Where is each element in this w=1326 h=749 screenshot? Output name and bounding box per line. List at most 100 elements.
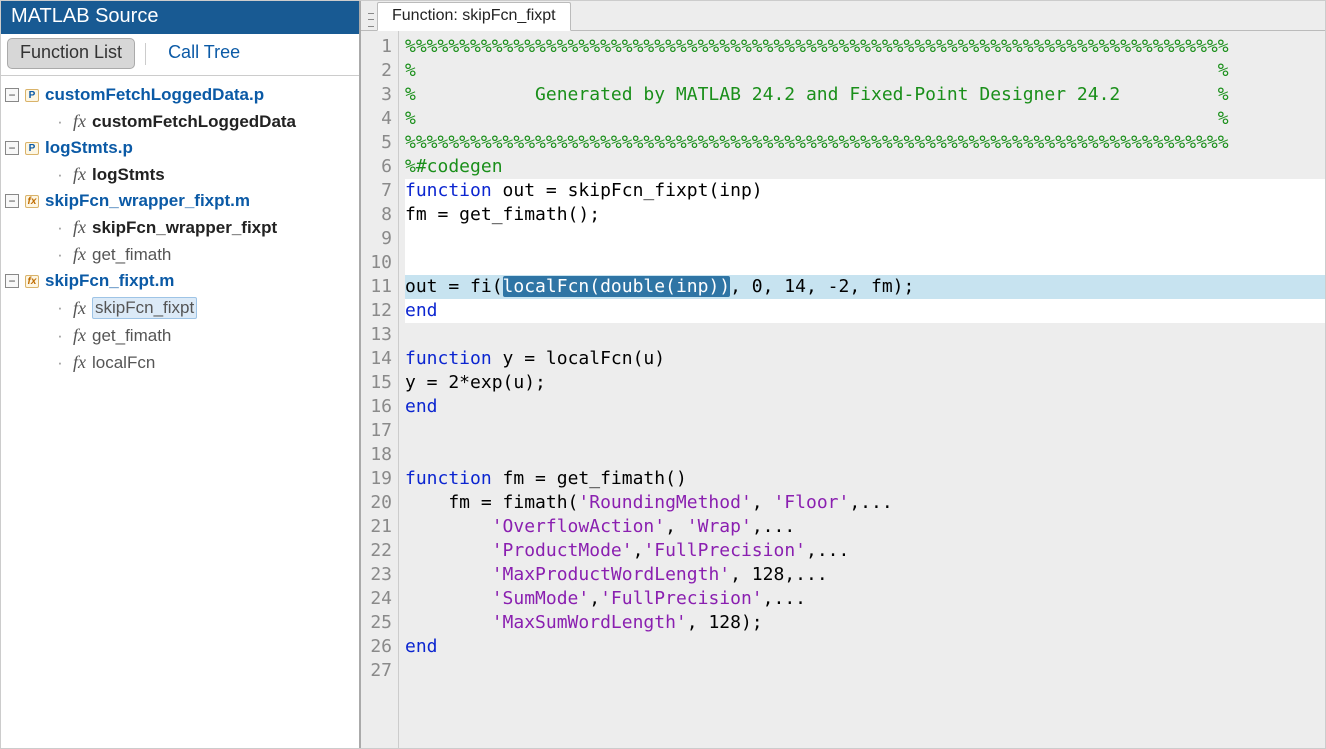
code-line[interactable]: 'OverflowAction', 'Wrap',... (405, 515, 1325, 539)
tree-fn-label[interactable]: skipFcn_wrapper_fixpt (92, 218, 277, 238)
app-root: MATLAB Source Function List Call Tree −c… (0, 0, 1326, 749)
code-token: %%%%%%%%%%%%%%%%%%%%%%%%%%%%%%%%%%%%%%%%… (405, 36, 1229, 57)
fx-icon: fx (73, 325, 86, 346)
tree-file-label[interactable]: logStmts.p (45, 138, 133, 158)
tree-file-label[interactable]: customFetchLoggedData.p (45, 85, 264, 105)
code-token: , 128,... (730, 564, 828, 585)
line-number: 13 (361, 323, 392, 347)
code-line[interactable]: function out = skipFcn_fixpt(inp) (405, 179, 1325, 203)
tree-fn-row[interactable]: ·fxget_fimath (3, 322, 357, 349)
tree-fn-row[interactable]: ·fxlocalFcn (3, 349, 357, 376)
sidebar: MATLAB Source Function List Call Tree −c… (1, 1, 361, 748)
tree-collapse-toggle[interactable]: − (5, 141, 19, 155)
code-line[interactable]: end (405, 395, 1325, 419)
tree-fn-row[interactable]: ·fxskipFcn_fixpt (3, 294, 357, 322)
editor-tab[interactable]: Function: skipFcn_fixpt (377, 2, 571, 31)
tree-file-row[interactable]: − logStmts.p (3, 135, 357, 161)
line-number: 14 (361, 347, 392, 371)
tree-file-row[interactable]: − skipFcn_wrapper_fixpt.m (3, 188, 357, 214)
file-p-icon (23, 139, 41, 157)
file-fx-icon (23, 192, 41, 210)
code-token: , 128); (687, 612, 763, 633)
code-line[interactable]: % % (405, 59, 1325, 83)
line-number: 19 (361, 467, 392, 491)
code-line[interactable]: 'MaxProductWordLength', 128,... (405, 563, 1325, 587)
code-line[interactable]: end (405, 299, 1325, 323)
code-token: end (405, 300, 438, 321)
tree-fn-label[interactable]: get_fimath (92, 245, 171, 265)
line-number: 2 (361, 59, 392, 83)
tree-fn-label[interactable]: customFetchLoggedData (92, 112, 296, 132)
code-token: 'Floor' (773, 492, 849, 513)
tree-collapse-toggle[interactable]: − (5, 194, 19, 208)
code-line[interactable]: function fm = get_fimath() (405, 467, 1325, 491)
code-line[interactable]: fm = get_fimath(); (405, 203, 1325, 227)
code-token: fm = get_fimath() (503, 468, 687, 489)
code-line[interactable]: %%%%%%%%%%%%%%%%%%%%%%%%%%%%%%%%%%%%%%%%… (405, 131, 1325, 155)
tree-branch-dot: · (51, 218, 69, 238)
code-line[interactable]: end (405, 635, 1325, 659)
code-line[interactable]: % Generated by MATLAB 24.2 and Fixed-Poi… (405, 83, 1325, 107)
tree-file-label[interactable]: skipFcn_fixpt.m (45, 271, 174, 291)
code-token: ,... (806, 540, 849, 561)
fx-icon: fx (73, 217, 86, 238)
tree-fn-label[interactable]: get_fimath (92, 326, 171, 346)
code-token: % % (405, 60, 1229, 81)
code-token: , (752, 492, 774, 513)
code-token: , (589, 588, 600, 609)
line-number: 25 (361, 611, 392, 635)
code-body[interactable]: %%%%%%%%%%%%%%%%%%%%%%%%%%%%%%%%%%%%%%%%… (399, 31, 1325, 748)
tree-fn-row[interactable]: ·fxlogStmts (3, 161, 357, 188)
code-token: , 0, 14, -2, fm); (730, 276, 914, 297)
code-line[interactable] (405, 323, 1325, 347)
code-line[interactable] (405, 659, 1325, 683)
line-number: 5 (361, 131, 392, 155)
tree-fn-label[interactable]: skipFcn_fixpt (92, 297, 197, 319)
line-number: 6 (361, 155, 392, 179)
code-token (405, 516, 492, 537)
code-line[interactable]: 'SumMode','FullPrecision',... (405, 587, 1325, 611)
tree-fn-label[interactable]: logStmts (92, 165, 165, 185)
fx-icon: fx (73, 352, 86, 373)
editor-tab-bar: Function: skipFcn_fixpt (361, 1, 1325, 31)
code-line[interactable]: out = fi(localFcn(double(inp)), 0, 14, -… (405, 275, 1325, 299)
tree-file-label[interactable]: skipFcn_wrapper_fixpt.m (45, 191, 250, 211)
code-line[interactable]: 'ProductMode','FullPrecision',... (405, 539, 1325, 563)
code-line[interactable] (405, 251, 1325, 275)
sidebar-tab-row: Function List Call Tree (1, 34, 359, 76)
code-line[interactable]: y = 2*exp(u); (405, 371, 1325, 395)
tree-branch-dot: · (51, 245, 69, 265)
code-line[interactable]: 'MaxSumWordLength', 128); (405, 611, 1325, 635)
code-token: 'MaxSumWordLength' (492, 612, 687, 633)
tab-function-list[interactable]: Function List (7, 38, 135, 69)
code-line[interactable]: %#codegen (405, 155, 1325, 179)
tree-fn-row[interactable]: ·fx skipFcn_wrapper_fixpt (3, 214, 357, 241)
tree-branch-dot: · (51, 112, 69, 132)
tree-file-row[interactable]: − customFetchLoggedData.p (3, 82, 357, 108)
line-number: 23 (361, 563, 392, 587)
tab-call-tree[interactable]: Call Tree (156, 39, 252, 68)
code-line[interactable]: % % (405, 107, 1325, 131)
code-token: %%%%%%%%%%%%%%%%%%%%%%%%%%%%%%%%%%%%%%%%… (405, 132, 1229, 153)
editor-area[interactable]: 1234567891011121314151617181920212223242… (361, 31, 1325, 748)
tree-fn-label[interactable]: localFcn (92, 353, 155, 373)
line-number: 16 (361, 395, 392, 419)
tree-collapse-toggle[interactable]: − (5, 88, 19, 102)
line-gutter: 1234567891011121314151617181920212223242… (361, 31, 399, 748)
code-token: y = 2*exp(u); (405, 372, 546, 393)
line-number: 3 (361, 83, 392, 107)
tree-collapse-toggle[interactable]: − (5, 274, 19, 288)
code-line[interactable]: function y = localFcn(u) (405, 347, 1325, 371)
code-token (405, 564, 492, 585)
code-line[interactable]: fm = fimath('RoundingMethod', 'Floor',..… (405, 491, 1325, 515)
code-line[interactable] (405, 419, 1325, 443)
code-line[interactable] (405, 227, 1325, 251)
code-token: 'FullPrecision' (600, 588, 763, 609)
tree-file-row[interactable]: − skipFcn_fixpt.m (3, 268, 357, 294)
code-token: %#codegen (405, 156, 503, 177)
code-line[interactable]: %%%%%%%%%%%%%%%%%%%%%%%%%%%%%%%%%%%%%%%%… (405, 35, 1325, 59)
tree-fn-row[interactable]: ·fxget_fimath (3, 241, 357, 268)
code-line[interactable] (405, 443, 1325, 467)
drag-grip-icon[interactable] (367, 10, 375, 30)
tree-fn-row[interactable]: ·fxcustomFetchLoggedData (3, 108, 357, 135)
